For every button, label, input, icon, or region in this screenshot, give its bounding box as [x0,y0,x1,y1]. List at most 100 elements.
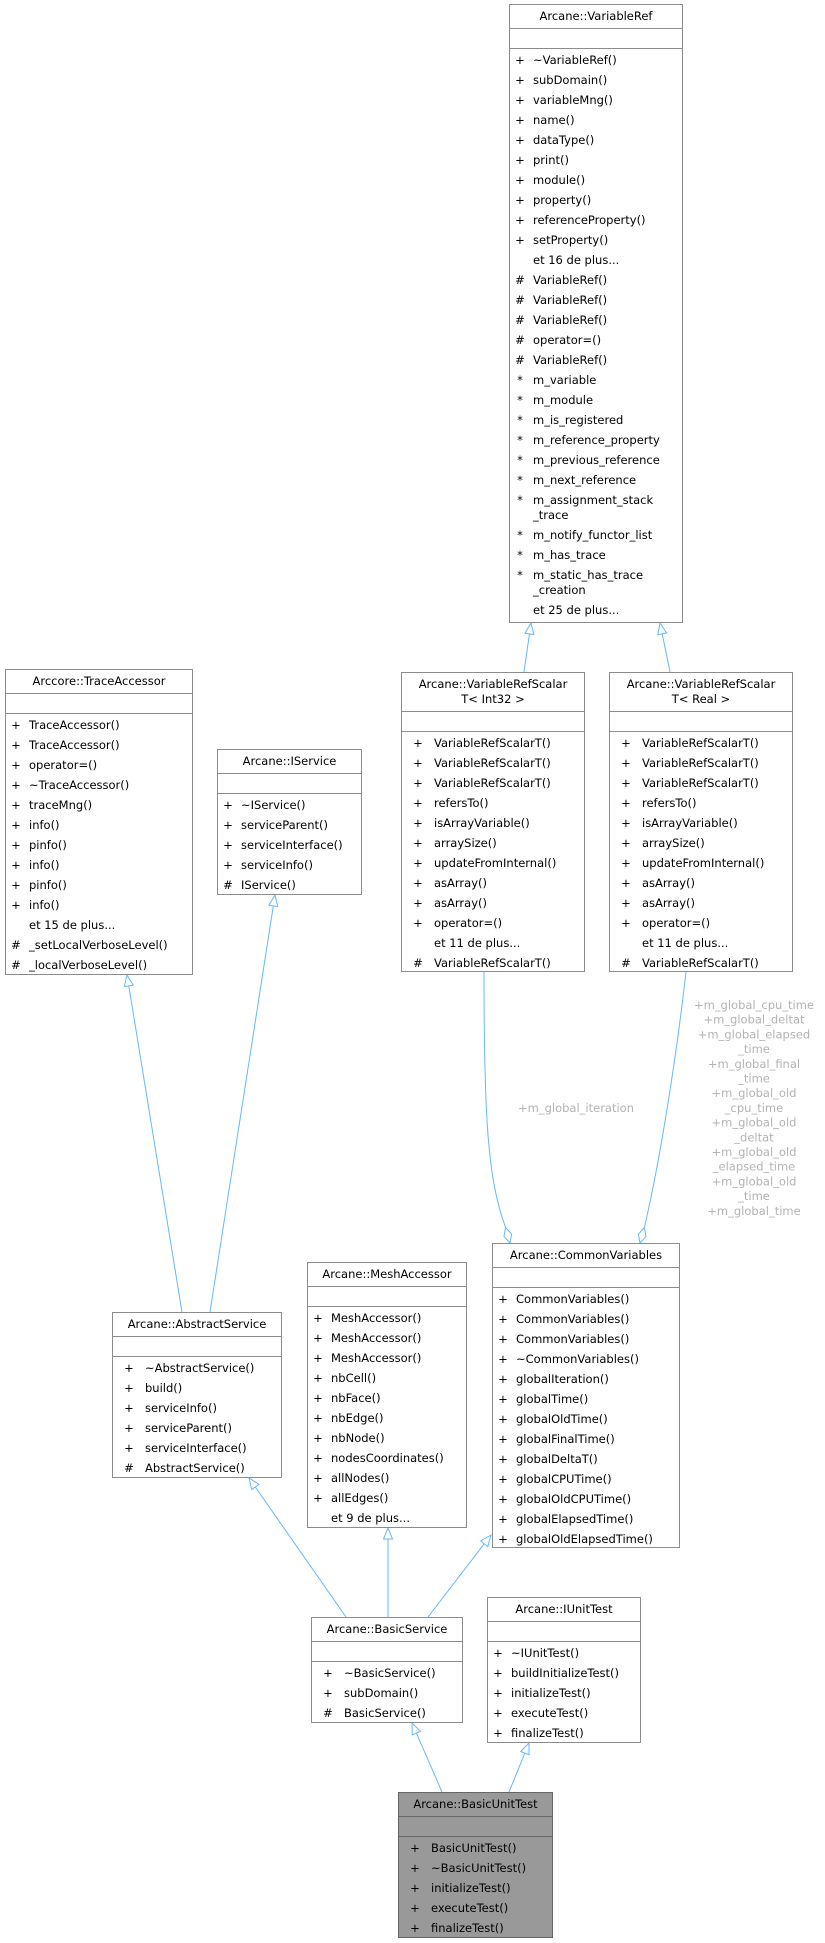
member-row: + asArray() [402,893,584,913]
member-name: _setLocalVerboseLevel() [29,937,168,952]
visibility-symbol: + [124,1440,134,1455]
member-name: et 11 de plus... [434,935,521,950]
member-name: initializeTest() [431,1880,511,1895]
member-row: et 25 de plus... [510,600,682,620]
member-name: pinfo() [29,877,67,892]
member-name: ~BasicService() [344,1665,436,1680]
class-title[interactable]: Arcane::BasicService [312,1618,462,1642]
class-box-basic-unit-test[interactable]: Arcane::BasicUnitTest + BasicUnitTest() + ~B… [398,1792,553,1938]
members-section: + TraceAccessor() + TraceAccessor() + operato… [6,714,192,976]
visibility-symbol: + [410,1920,420,1935]
member-row: # AbstractService() [113,1458,281,1478]
visibility-symbol: + [515,172,525,187]
class-title[interactable]: Arcane::IUnitTest [488,1598,640,1622]
class-title[interactable]: Arcane::AbstractService [113,1313,281,1337]
member-row: + nbNode() [308,1428,466,1448]
visibility-symbol: + [498,1451,508,1466]
edge-int32-to-variableref-arrowhead [524,621,535,636]
edge-label-iteration: +m_global_iteration [518,1101,634,1115]
member-row: + finalizeTest() [399,1918,552,1938]
visibility-symbol: + [498,1471,508,1486]
member-name: variableMng() [533,92,613,107]
visibility-symbol: + [11,777,21,792]
visibility-symbol: + [413,755,423,770]
member-name: BasicService() [344,1705,426,1720]
edge-label-real-member: +m_global_deltat [703,1013,805,1027]
class-title[interactable]: Arccore::TraceAccessor [6,670,192,694]
aggregation-diamond-iteration [503,1226,513,1245]
member-row: + subDomain() [312,1683,462,1703]
visibility-symbol: + [493,1725,503,1740]
class-title[interactable]: Arcane::CommonVariables [493,1244,679,1268]
member-name: dataType() [533,132,595,147]
member-row: + globalDeltaT() [493,1449,679,1469]
member-name: globalOldTime() [516,1411,608,1426]
visibility-symbol [514,253,526,268]
visibility-symbol: + [313,1330,323,1345]
visibility-symbol: * [517,412,523,427]
class-box-abstract-service[interactable]: Arcane::AbstractService + ~AbstractService… [112,1312,282,1478]
member-name: BasicUnitTest() [431,1840,517,1855]
member-name: AbstractService() [145,1460,245,1475]
member-name: subDomain() [344,1685,419,1700]
member-row: + refersTo() [402,793,584,813]
member-name: m_reference_property [533,432,660,447]
class-box-common-variables[interactable]: Arcane::CommonVariables+ CommonVariables(… [492,1243,680,1548]
member-row: + globalFinalTime() [493,1429,679,1449]
member-name: globalTime() [516,1391,589,1406]
member-row: + VariableRefScalarT() [610,753,792,773]
visibility-symbol: + [413,815,423,830]
class-box-scalar-real[interactable]: Arcane::VariableRefScalar T< Real > + Vari… [609,672,793,972]
class-title[interactable]: Arcane::IService [218,750,361,774]
class-box-iservice[interactable]: Arcane::IService + ~IService() + servicePare… [217,749,362,895]
class-box-mesh-accessor[interactable]: Arcane::MeshAccessor + MeshAccessor() + Mesh… [307,1262,467,1528]
edge-iteration-aggregation [483,971,507,1228]
class-box-iunit-test[interactable]: Arcane::IUnitTest + ~IUnitTest() + buildInit… [487,1597,641,1743]
class-title[interactable]: Arcane::VariableRef [510,5,682,29]
member-name: updateFromInternal() [642,855,765,870]
class-title[interactable]: Arcane::VariableRefScalar T< Int32 > [402,673,584,712]
class-title[interactable]: Arcane::MeshAccessor [308,1263,466,1287]
member-row: + updateFromInternal() [402,853,584,873]
member-row: + MeshAccessor() [308,1308,466,1328]
class-title[interactable]: Arcane::BasicUnitTest [399,1793,552,1817]
member-name: property() [533,192,592,207]
attributes-section [218,774,361,794]
aggregation-diamond-real [637,1226,647,1245]
visibility-symbol: + [493,1665,503,1680]
visibility-symbol: + [11,797,21,812]
member-row: * m_variable [510,370,682,390]
member-row: + name() [510,110,682,130]
class-box-trace-accessor[interactable]: Arccore::TraceAccessor+ TraceAccessor() + T… [5,669,193,975]
visibility-symbol: + [11,737,21,752]
visibility-symbol: * [517,452,523,467]
member-name: isArrayVariable() [642,815,738,830]
member-row: + CommonVariables() [493,1329,679,1349]
member-name: nbNode() [331,1430,385,1445]
member-name: asArray() [434,875,487,890]
member-name: m_next_reference [533,472,637,487]
member-name: VariableRefScalarT() [642,775,759,790]
visibility-symbol: + [498,1291,508,1306]
member-name: IService() [241,877,296,892]
member-name: name() [533,112,575,127]
visibility-symbol: + [621,815,631,830]
edge-abstractservice-to-traceaccessor-arrowhead [123,973,135,988]
visibility-symbol: + [11,717,21,732]
visibility-symbol: + [498,1491,508,1506]
visibility-symbol: + [313,1410,323,1425]
class-box-scalar-int32[interactable]: Arcane::VariableRefScalar T< Int32 > + Var… [401,672,585,972]
visibility-symbol: + [621,835,631,850]
visibility-symbol [312,1511,324,1526]
visibility-symbol: + [515,112,525,127]
member-row: + asArray() [402,873,584,893]
visibility-symbol: * [517,392,523,407]
visibility-symbol: + [621,795,631,810]
class-title[interactable]: Arcane::VariableRefScalar T< Real > [610,673,792,712]
member-name: ~IUnitTest() [511,1645,580,1660]
member-row: + serviceInterface() [218,835,361,855]
member-row: + allEdges() [308,1488,466,1508]
class-box-basic-service[interactable]: Arcane::BasicService + ~BasicService() + sub… [311,1617,463,1723]
class-box-variable-ref[interactable]: Arcane::VariableRef + ~VariableRef() + subDo… [509,4,683,623]
member-row: + info() [6,815,192,835]
